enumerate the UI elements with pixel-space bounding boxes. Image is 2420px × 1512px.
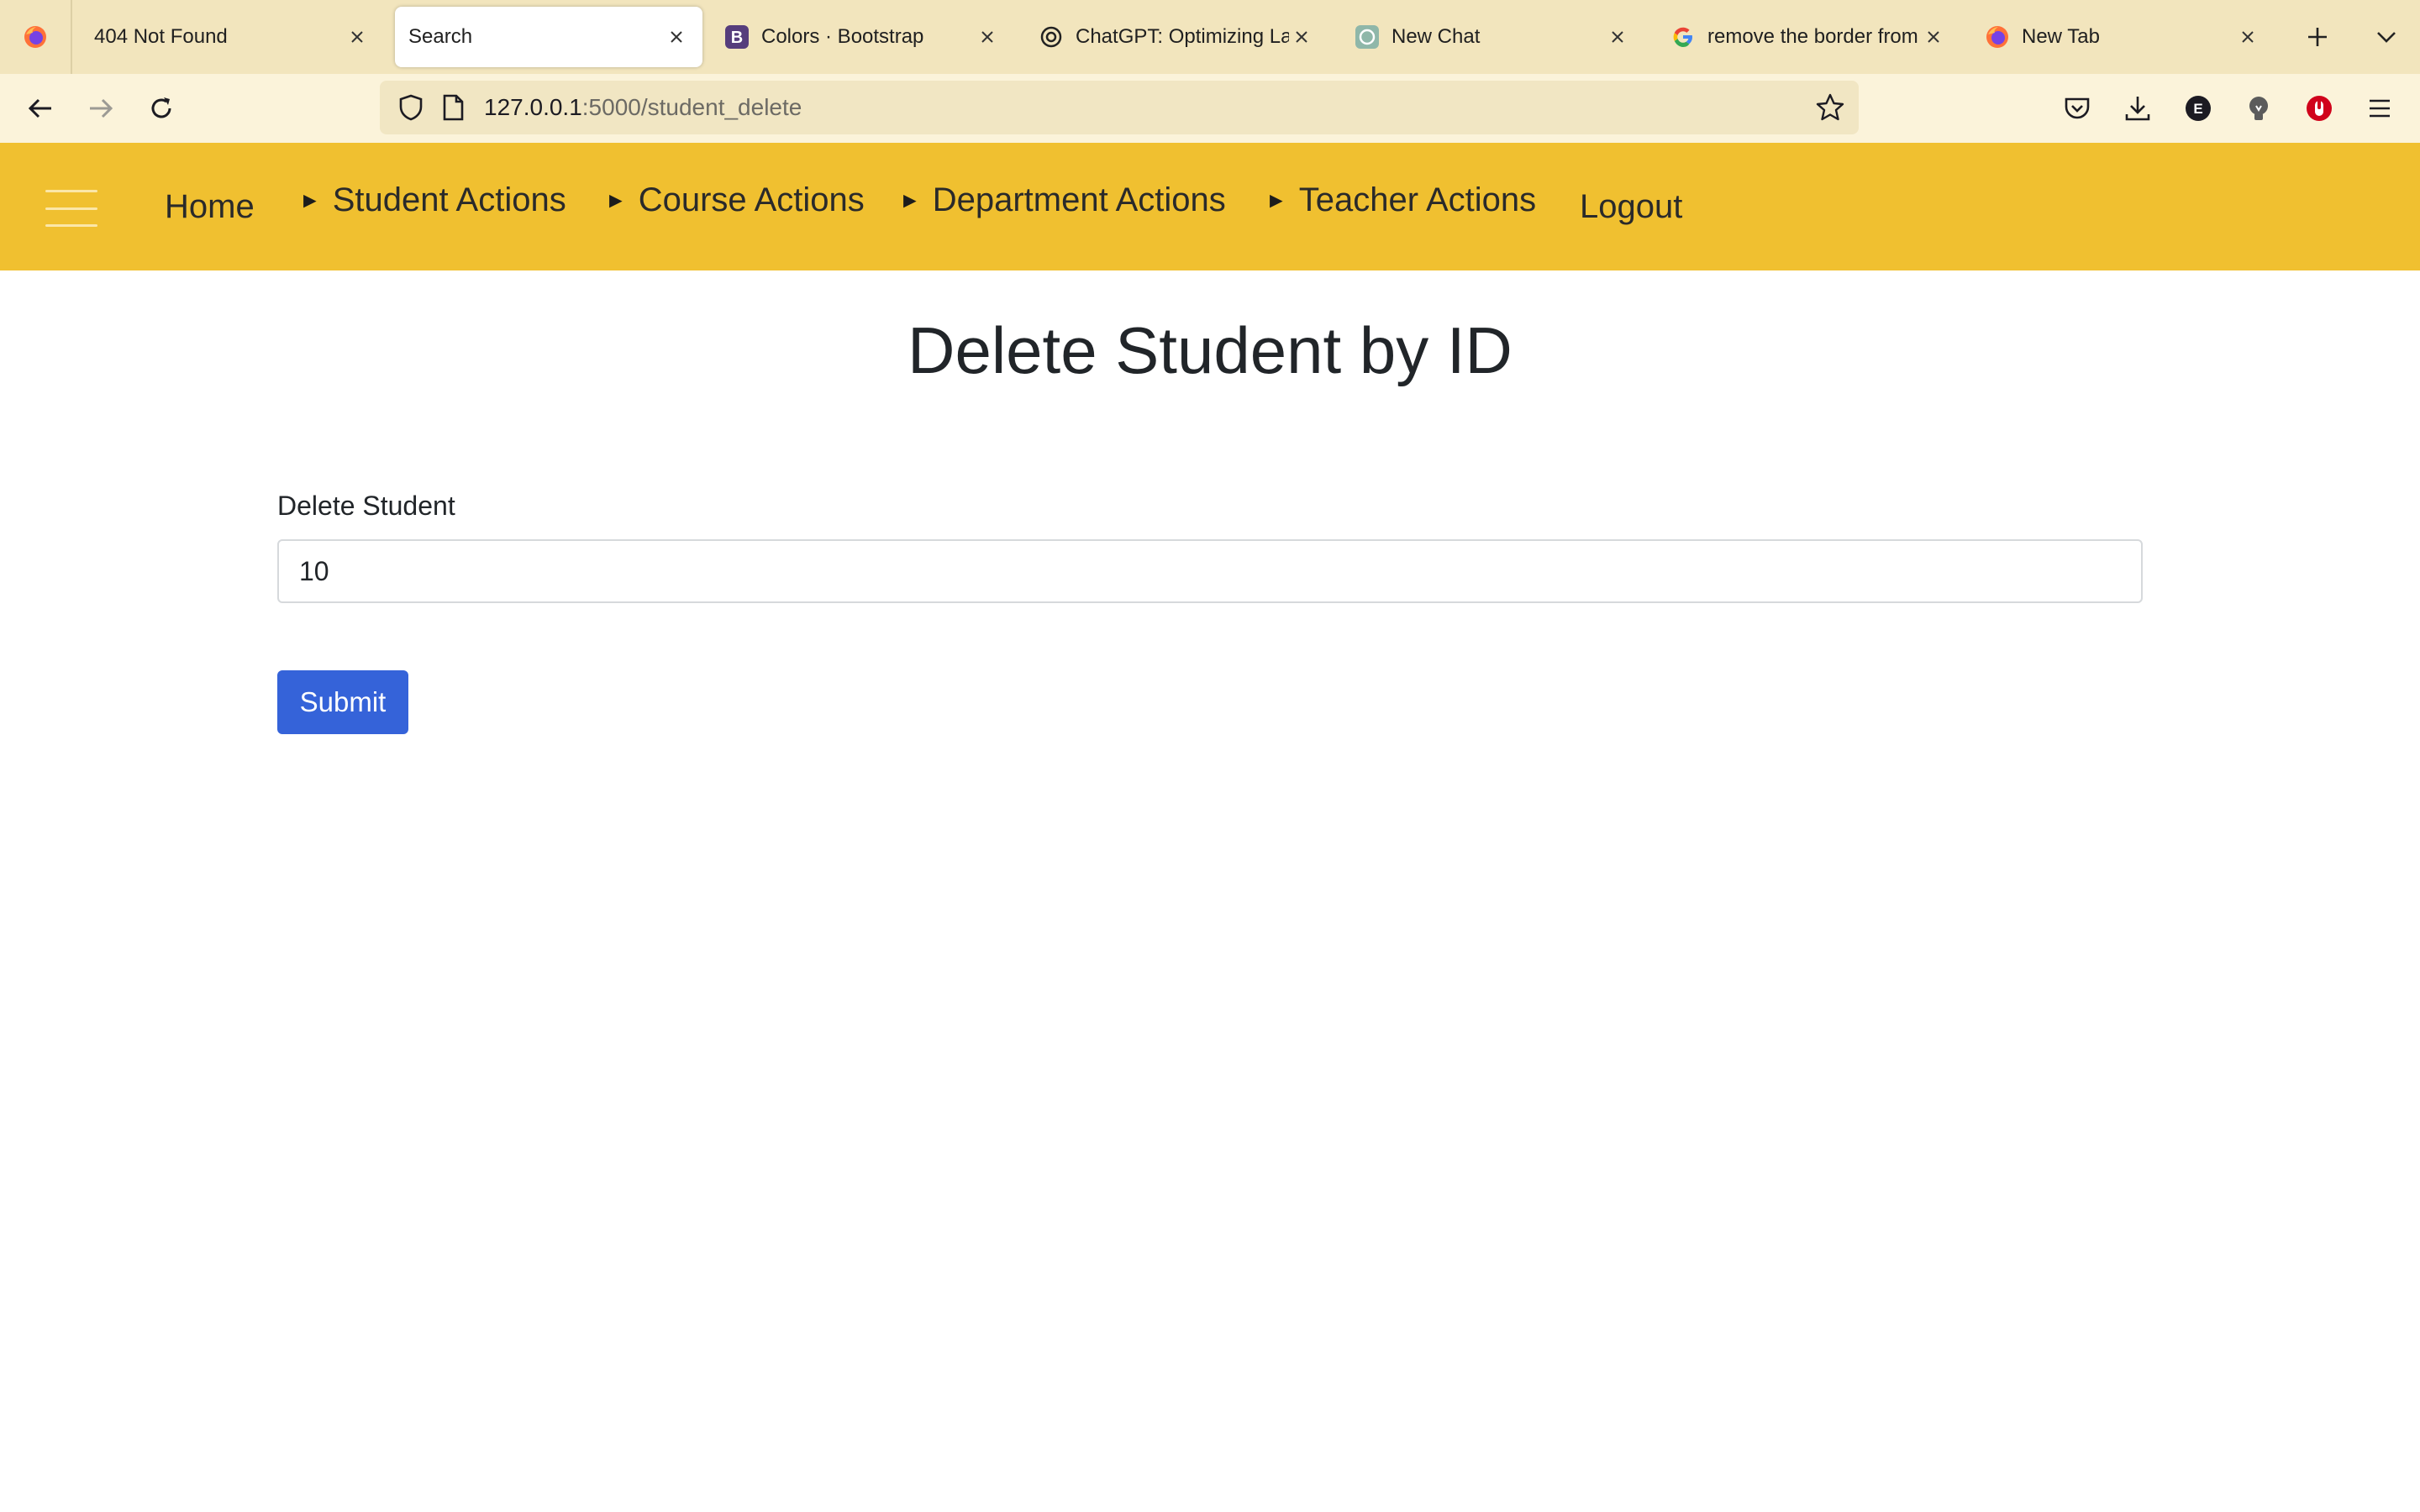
forward-button[interactable]	[82, 90, 119, 127]
nav-label: Teacher Actions	[1298, 181, 1537, 218]
close-icon[interactable]	[1921, 24, 1946, 50]
list-all-tabs-button[interactable]	[2368, 18, 2405, 55]
bootstrap-icon: B	[724, 24, 750, 50]
tab-chatgpt-optimizing[interactable]: ChatGPT: Optimizing Lan	[1025, 7, 1328, 67]
close-icon[interactable]	[975, 24, 1000, 50]
tab-new-chat[interactable]: New Chat	[1341, 7, 1644, 67]
url-host: 127.0.0.1	[484, 94, 582, 120]
tab-404-not-found[interactable]: 404 Not Found	[81, 7, 383, 67]
firefox-icon	[1985, 24, 2010, 50]
stop-hand-icon	[2307, 96, 2332, 121]
close-icon[interactable]	[664, 24, 689, 50]
app-menu-button[interactable]	[2361, 90, 2398, 127]
caret-right-icon: ►	[605, 186, 627, 213]
submit-button[interactable]: Submit	[277, 670, 408, 734]
plus-icon	[2308, 28, 2327, 46]
url-bar[interactable]: 127.0.0.1:5000/student_delete	[380, 81, 1859, 134]
nav-course-actions[interactable]: ► Course Actions	[605, 136, 865, 264]
nav-label: Department Actions	[932, 181, 1226, 218]
svg-text:B: B	[731, 29, 743, 47]
nav-label: Logout	[1580, 187, 1683, 225]
downloads-button[interactable]	[2119, 90, 2156, 127]
reload-icon	[151, 97, 171, 118]
new-tab-button[interactable]	[2299, 18, 2336, 55]
tab-title: ChatGPT: Optimizing Lan	[1076, 25, 1289, 48]
tab-new-tab[interactable]: New Tab	[1971, 7, 2274, 67]
adblock-button[interactable]	[2301, 90, 2338, 127]
caret-right-icon: ►	[899, 186, 921, 213]
pocket-icon	[2065, 97, 2090, 119]
svg-text:E: E	[2193, 101, 2202, 117]
chevron-down-icon	[2377, 32, 2396, 43]
tab-title: 404 Not Found	[94, 25, 228, 48]
back-button[interactable]	[22, 90, 59, 127]
close-icon[interactable]	[2235, 24, 2260, 50]
extension-e-button[interactable]: E	[2180, 90, 2217, 127]
delete-student-label: Delete Student	[277, 491, 455, 521]
browser-tabstrip: 404 Not Found Search B Colors · Bootstra…	[0, 0, 2420, 74]
nav-student-actions[interactable]: ► Student Actions	[299, 136, 566, 264]
firefox-view-button[interactable]	[0, 0, 72, 74]
caret-right-icon: ►	[299, 186, 321, 213]
tab-search[interactable]: Search	[395, 7, 702, 67]
page-icon[interactable]	[440, 93, 466, 126]
browser-toolbar: 127.0.0.1:5000/student_delete E	[0, 74, 2420, 143]
star-icon[interactable]	[1815, 92, 1845, 127]
hamburger-menu-icon[interactable]	[45, 190, 97, 227]
url-path: :5000/student_delete	[581, 94, 802, 120]
chatgpt-icon	[1039, 24, 1064, 50]
nav-label: Home	[165, 187, 255, 225]
tab-title: Search	[408, 25, 473, 48]
nav-logout[interactable]: Logout	[1580, 143, 1682, 270]
tab-title: Colors · Bootstrap	[761, 25, 924, 48]
student-id-input[interactable]	[277, 539, 2143, 603]
google-icon	[1670, 24, 1696, 50]
chatgpt-icon	[1355, 24, 1380, 50]
nav-teacher-actions[interactable]: ► Teacher Actions	[1265, 136, 1536, 264]
arrow-right-icon	[90, 98, 113, 118]
nav-home[interactable]: Home	[165, 143, 255, 270]
tab-colors-bootstrap[interactable]: B Colors · Bootstrap	[711, 7, 1013, 67]
extension-bulb-button[interactable]	[2240, 90, 2277, 127]
pocket-button[interactable]	[2059, 90, 2096, 127]
firefox-icon	[24, 26, 46, 48]
url-text[interactable]: 127.0.0.1:5000/student_delete	[484, 81, 802, 134]
arrow-left-icon	[28, 98, 51, 118]
tab-title: New Tab	[2022, 25, 2100, 48]
nav-department-actions[interactable]: ► Department Actions	[899, 136, 1226, 264]
close-icon[interactable]	[345, 24, 370, 50]
menu-icon	[2370, 99, 2390, 118]
caret-right-icon: ►	[1265, 186, 1287, 213]
tab-title: New Chat	[1392, 25, 1481, 48]
shield-icon[interactable]	[397, 93, 425, 126]
nav-label: Course Actions	[638, 181, 865, 218]
tab-title: remove the border from s	[1707, 25, 1921, 48]
close-icon[interactable]	[1605, 24, 1630, 50]
reload-button[interactable]	[143, 90, 180, 127]
lightbulb-icon	[2249, 97, 2268, 120]
download-icon	[2125, 97, 2150, 121]
tab-remove-border[interactable]: remove the border from s	[1657, 7, 1960, 67]
page-title: Delete Student by ID	[908, 313, 1512, 387]
site-navbar: Home ► Student Actions ► Course Actions …	[0, 143, 2420, 270]
nav-label: Student Actions	[332, 181, 566, 218]
close-icon[interactable]	[1289, 24, 1314, 50]
extension-e-icon: E	[2186, 96, 2211, 121]
